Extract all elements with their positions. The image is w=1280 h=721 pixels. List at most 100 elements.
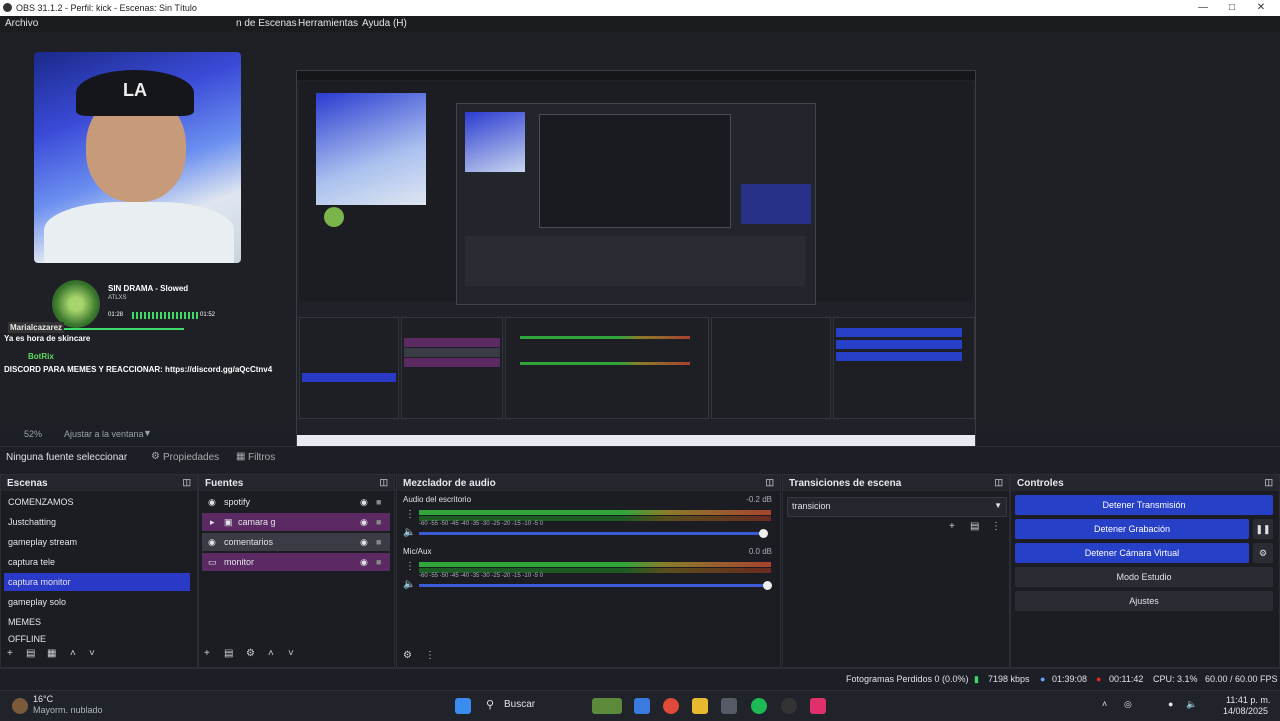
zoom-mode[interactable]: Ajustar a la ventana <box>64 429 144 439</box>
more-vertical-icon[interactable]: ⋮ <box>405 509 415 520</box>
windows-start-icon[interactable] <box>455 698 471 714</box>
gear-icon[interactable]: ⚙ <box>246 648 255 659</box>
spotify-icon[interactable] <box>751 698 767 714</box>
bot-name: BotRix <box>28 352 54 361</box>
stop-record-button[interactable]: Detener Grabación <box>1015 519 1249 539</box>
taskbar-search[interactable]: Buscar <box>504 699 535 710</box>
eye-icon[interactable]: ◉ <box>360 553 368 571</box>
close-icon[interactable]: ✕ <box>1248 1 1274 15</box>
window-titlebar: OBS 31.1.2 - Perfil: kick - Escenas: Sin… <box>0 0 1280 16</box>
dock-undock-icon[interactable]: ◫ <box>182 477 191 488</box>
scene-item[interactable]: captura tele <box>4 553 190 571</box>
controls-dock: Controles ◫ Detener Transmisión Detener G… <box>1010 474 1280 668</box>
eye-icon[interactable]: ◉ <box>360 493 368 511</box>
add-icon[interactable]: + <box>7 648 13 659</box>
menu-tools[interactable]: Herramientas <box>298 18 358 29</box>
transition-select[interactable]: transicion ▼ <box>787 497 1007 517</box>
more-vertical-icon[interactable]: ⋮ <box>991 521 1001 532</box>
chevron-up-icon[interactable]: ˄ <box>1102 699 1107 709</box>
scene-item[interactable]: gameplay solo <box>4 593 190 611</box>
trash-icon[interactable]: ▤ <box>224 648 233 659</box>
tiktok-icon[interactable] <box>810 698 826 714</box>
settings-button[interactable]: Ajustes <box>1015 591 1273 611</box>
network-icon[interactable]: ◎ <box>1124 699 1132 710</box>
menu-scenes[interactable]: n de Escenas <box>236 18 297 29</box>
gear-icon: ⚙ <box>151 451 160 462</box>
album-art <box>52 280 100 328</box>
menu-help[interactable]: Ayuda (H) <box>362 18 407 29</box>
file-explorer-icon[interactable] <box>692 698 708 714</box>
no-source-label: Ninguna fuente seleccionar <box>6 452 128 463</box>
add-icon[interactable]: + <box>204 648 210 659</box>
expand-arrow-icon[interactable]: ▸ <box>210 513 215 531</box>
lock-icon[interactable]: ■ <box>376 513 381 531</box>
stop-virtual-camera-button[interactable]: Detener Cámara Virtual <box>1015 543 1249 563</box>
song-title: SIN DRAMA - Slowed <box>108 284 189 293</box>
source-item[interactable]: ▭ monitor ◉ ■ <box>202 553 390 571</box>
scene-item-selected[interactable]: captura monitor <box>4 573 190 591</box>
filter-icon[interactable]: ▦ <box>47 648 56 659</box>
lock-icon[interactable]: ■ <box>376 493 381 511</box>
chrome-icon[interactable] <box>663 698 679 714</box>
maximize-icon[interactable]: □ <box>1219 1 1245 15</box>
pause-icon[interactable]: ❚❚ <box>1253 519 1273 539</box>
scene-item[interactable]: COMENZAMOS <box>4 493 190 511</box>
move-down-icon[interactable]: ˅ <box>89 648 95 659</box>
settings-icon[interactable]: ⚙ <box>403 650 412 661</box>
add-icon[interactable]: + <box>949 521 955 532</box>
app-icon[interactable] <box>721 698 737 714</box>
dock-undock-icon[interactable]: ◫ <box>765 477 774 488</box>
source-label: spotify <box>224 497 251 507</box>
menu-file[interactable]: Archivo <box>5 18 38 29</box>
speaker-icon[interactable]: 🔈 <box>403 579 415 590</box>
dropped-frames: Fotogramas Perdidos 0 (0.0%) <box>846 674 969 684</box>
transitions-title: Transiciones de escena <box>789 478 902 489</box>
trash-icon[interactable]: ▤ <box>26 648 35 659</box>
properties-button[interactable]: Propiedades <box>163 452 219 463</box>
trash-icon[interactable]: ▤ <box>970 521 979 532</box>
volume-slider[interactable] <box>419 532 765 535</box>
dock-undock-icon[interactable]: ◫ <box>379 477 388 488</box>
program-preview[interactable]: LA SIN DRAMA - Slowed ATLXS 01:28 01:52 … <box>0 32 1280 455</box>
filters-button[interactable]: Filtros <box>248 452 275 463</box>
lock-icon[interactable]: ■ <box>376 533 381 551</box>
eye-icon[interactable]: ◉ <box>360 513 368 531</box>
more-vertical-icon[interactable]: ⋮ <box>425 650 435 661</box>
transitions-dock: Transiciones de escena ◫ transicion ▼ + ▤… <box>782 474 1010 668</box>
scene-item[interactable]: MEMES <box>4 613 190 631</box>
scene-item[interactable]: OFFLINE <box>4 633 190 645</box>
bot-message: DISCORD PARA MEMES Y REACCIONAR: https:/… <box>4 365 273 374</box>
volume-slider[interactable] <box>419 584 769 587</box>
minimize-icon[interactable]: — <box>1190 1 1216 15</box>
more-vertical-icon[interactable]: ⋮ <box>405 561 415 572</box>
source-label: monitor <box>224 557 255 567</box>
scene-item[interactable]: gameplay stream <box>4 533 190 551</box>
move-up-icon[interactable]: ˄ <box>70 648 76 659</box>
gear-icon[interactable]: ⚙ <box>1253 543 1273 563</box>
bitrate: 7198 kbps <box>988 674 1030 684</box>
lock-icon[interactable]: ■ <box>376 553 381 571</box>
widget-icon[interactable] <box>592 698 622 714</box>
source-group-item[interactable]: ▸ ▣ camara g ◉ ■ <box>202 513 390 531</box>
volume-slider-knob[interactable] <box>759 529 768 538</box>
copilot-icon[interactable] <box>634 698 650 714</box>
move-down-icon[interactable]: ˅ <box>288 648 294 659</box>
eye-icon[interactable]: ◉ <box>360 533 368 551</box>
dock-undock-icon[interactable]: ◫ <box>994 477 1003 488</box>
source-item[interactable]: ◉ spotify ◉ ■ <box>202 493 390 511</box>
source-item[interactable]: ◉ comentarios ◉ ■ <box>202 533 390 551</box>
move-up-icon[interactable]: ˄ <box>268 648 274 659</box>
mic-icon[interactable]: ● <box>1168 699 1173 709</box>
zoom-dropdown-icon[interactable]: ▼ <box>143 428 152 438</box>
scene-item[interactable]: Justchatting <box>4 513 190 531</box>
stop-stream-button[interactable]: Detener Transmisión <box>1015 495 1273 515</box>
volume-slider-knob[interactable] <box>763 581 772 590</box>
zoom-level[interactable]: 52% <box>24 429 42 439</box>
speaker-icon[interactable]: 🔈 <box>403 527 415 538</box>
dock-undock-icon[interactable]: ◫ <box>1264 477 1273 488</box>
studio-mode-button[interactable]: Modo Estudio <box>1015 567 1273 587</box>
search-icon[interactable]: ⚲ <box>486 698 494 711</box>
source-label: comentarios <box>224 537 274 547</box>
speaker-icon[interactable]: 🔈 <box>1186 699 1197 710</box>
obs-icon[interactable] <box>781 698 797 714</box>
